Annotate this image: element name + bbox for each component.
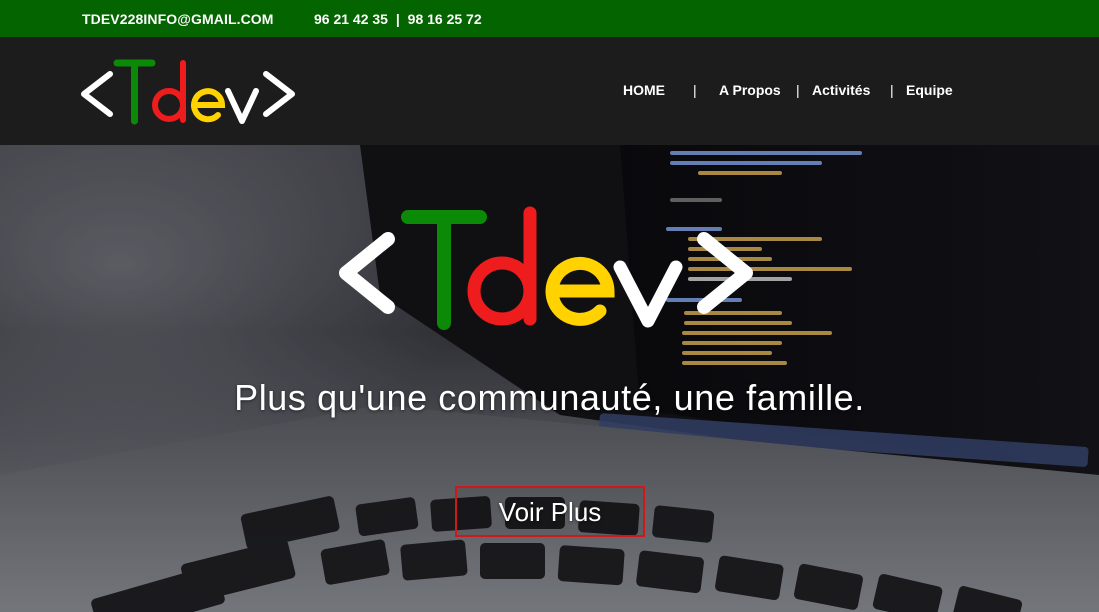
contact-phones: 96 21 42 35 | 98 16 25 72 [314, 11, 482, 27]
nav-divider: | [796, 82, 800, 98]
nav-activites[interactable]: Activités [812, 82, 870, 98]
contact-bar: TDEV228INFO@GMAIL.COM 96 21 42 35 | 98 1… [0, 0, 1099, 37]
site-header: HOME | A Propos | Activités | Equipe [0, 37, 1099, 145]
nav-equipe[interactable]: Equipe [906, 82, 953, 98]
nav-divider: | [890, 82, 894, 98]
nav-divider: | [693, 82, 697, 98]
phone-number-2[interactable]: 98 16 25 72 [408, 11, 482, 27]
site-logo[interactable] [80, 57, 300, 127]
voir-plus-button[interactable]: Voir Plus [455, 486, 645, 537]
hero-tagline: Plus qu'une communauté, une famille. [234, 377, 865, 418]
nav-a-propos[interactable]: A Propos [719, 82, 781, 98]
hero-logo [339, 206, 753, 330]
phone-number-1[interactable]: 96 21 42 35 [314, 11, 388, 27]
nav-home[interactable]: HOME [623, 82, 665, 98]
phone-separator: | [395, 11, 400, 27]
contact-email[interactable]: TDEV228INFO@GMAIL.COM [82, 11, 274, 27]
hero-section: Plus qu'une communauté, une famille. Voi… [0, 145, 1099, 612]
